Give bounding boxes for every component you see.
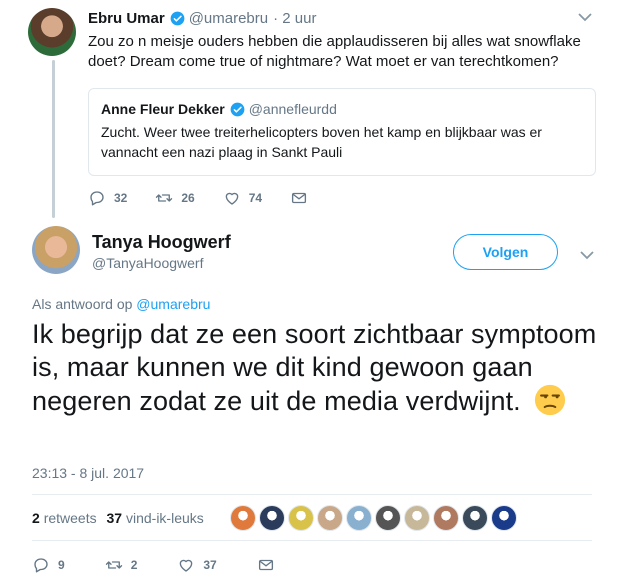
- retweet-count: 2: [130, 558, 138, 572]
- unamused-face-emoji: [535, 384, 566, 416]
- follow-button[interactable]: Volgen: [453, 234, 558, 270]
- liker-avatar[interactable]: [375, 505, 401, 531]
- direct-message-icon: [292, 192, 307, 204]
- liker-avatar[interactable]: [288, 505, 314, 531]
- direct-message-button[interactable]: [257, 556, 283, 574]
- reply-context: Als antwoord op @umarebru: [32, 296, 210, 312]
- like-button[interactable]: 74: [223, 189, 262, 207]
- tweet2-text-block: Ik begrijp dat ze een soort zichtbaar sy…: [32, 318, 602, 418]
- retweets-stat[interactable]: 2 retweets: [32, 510, 97, 526]
- direct-message-icon: [258, 559, 273, 571]
- reply-count: 9: [58, 558, 65, 572]
- reply-to-handle-link[interactable]: @umarebru: [136, 296, 210, 312]
- reply-prefix: Als antwoord op: [32, 296, 133, 312]
- reply-button[interactable]: 32: [88, 189, 127, 207]
- liker-avatar[interactable]: [491, 505, 517, 531]
- divider: [32, 494, 592, 495]
- tweet2-timestamp[interactable]: 23:13 - 8 jul. 2017: [32, 465, 144, 481]
- liker-avatar[interactable]: [317, 505, 343, 531]
- liker-avatar[interactable]: [404, 505, 430, 531]
- quoted-tweet[interactable]: Anne Fleur Dekker @annefleurdd Zucht. We…: [88, 88, 596, 176]
- verified-badge-icon: [230, 102, 245, 116]
- retweet-button[interactable]: 2: [105, 556, 138, 574]
- chevron-down-icon[interactable]: [578, 12, 592, 22]
- retweet-count: 26: [181, 191, 195, 205]
- reply-icon: [90, 191, 104, 206]
- like-count: 74: [248, 191, 263, 205]
- tweet2-text: Ik begrijp dat ze een soort zichtbaar sy…: [32, 319, 597, 416]
- likes-stat[interactable]: 37 vind-ik-leuks: [107, 510, 204, 526]
- tweet1-handle[interactable]: @umarebru: [189, 10, 268, 27]
- like-button[interactable]: 37: [177, 556, 217, 574]
- like-icon: [225, 192, 239, 205]
- reply-button[interactable]: 9: [32, 556, 65, 574]
- liker-avatars: [230, 505, 520, 531]
- tweet1-actions: 32 26 74: [88, 189, 344, 207]
- quoted-author-handle: @annefleurdd: [248, 101, 337, 117]
- quoted-tweet-header: Anne Fleur Dekker @annefleurdd: [101, 101, 583, 117]
- thread-connector: [52, 60, 55, 218]
- avatar-tanya-hoogwerf[interactable]: [32, 226, 80, 274]
- retweet-icon: [156, 194, 173, 202]
- retweet-icon: [105, 561, 122, 569]
- retweet-button[interactable]: 26: [155, 189, 195, 207]
- tweet1-header: Ebru Umar @umarebru · 2 uur: [88, 10, 316, 27]
- tweet1-time[interactable]: · 2 uur: [273, 10, 316, 27]
- quoted-tweet-text: Zucht. Weer twee treiterhelicopters bove…: [101, 124, 542, 160]
- divider: [32, 540, 592, 541]
- engagement-stats: 2 retweets 37 vind-ik-leuks: [32, 510, 204, 526]
- liker-avatar[interactable]: [346, 505, 372, 531]
- liker-avatar[interactable]: [230, 505, 256, 531]
- tweet1-author-name[interactable]: Ebru Umar: [88, 10, 165, 27]
- like-count: 37: [203, 558, 217, 572]
- reply-icon: [34, 558, 48, 573]
- verified-badge-icon: [170, 11, 185, 26]
- tweet2-actions: 9 2 37: [32, 556, 311, 574]
- liker-avatar[interactable]: [462, 505, 488, 531]
- like-icon: [180, 559, 193, 572]
- tweet2-handle[interactable]: @TanyaHoogwerf: [92, 255, 204, 271]
- liker-avatar[interactable]: [259, 505, 285, 531]
- quoted-author-name: Anne Fleur Dekker: [101, 101, 225, 117]
- tweet1-text: Zou zo n meisje ouders hebben die applau…: [88, 33, 581, 70]
- avatar-ebru-umar[interactable]: [28, 8, 76, 56]
- tweet2-author-name[interactable]: Tanya Hoogwerf: [92, 232, 231, 253]
- direct-message-button[interactable]: [290, 189, 316, 207]
- chevron-down-icon[interactable]: [580, 250, 594, 260]
- liker-avatar[interactable]: [433, 505, 459, 531]
- reply-count: 32: [114, 191, 128, 205]
